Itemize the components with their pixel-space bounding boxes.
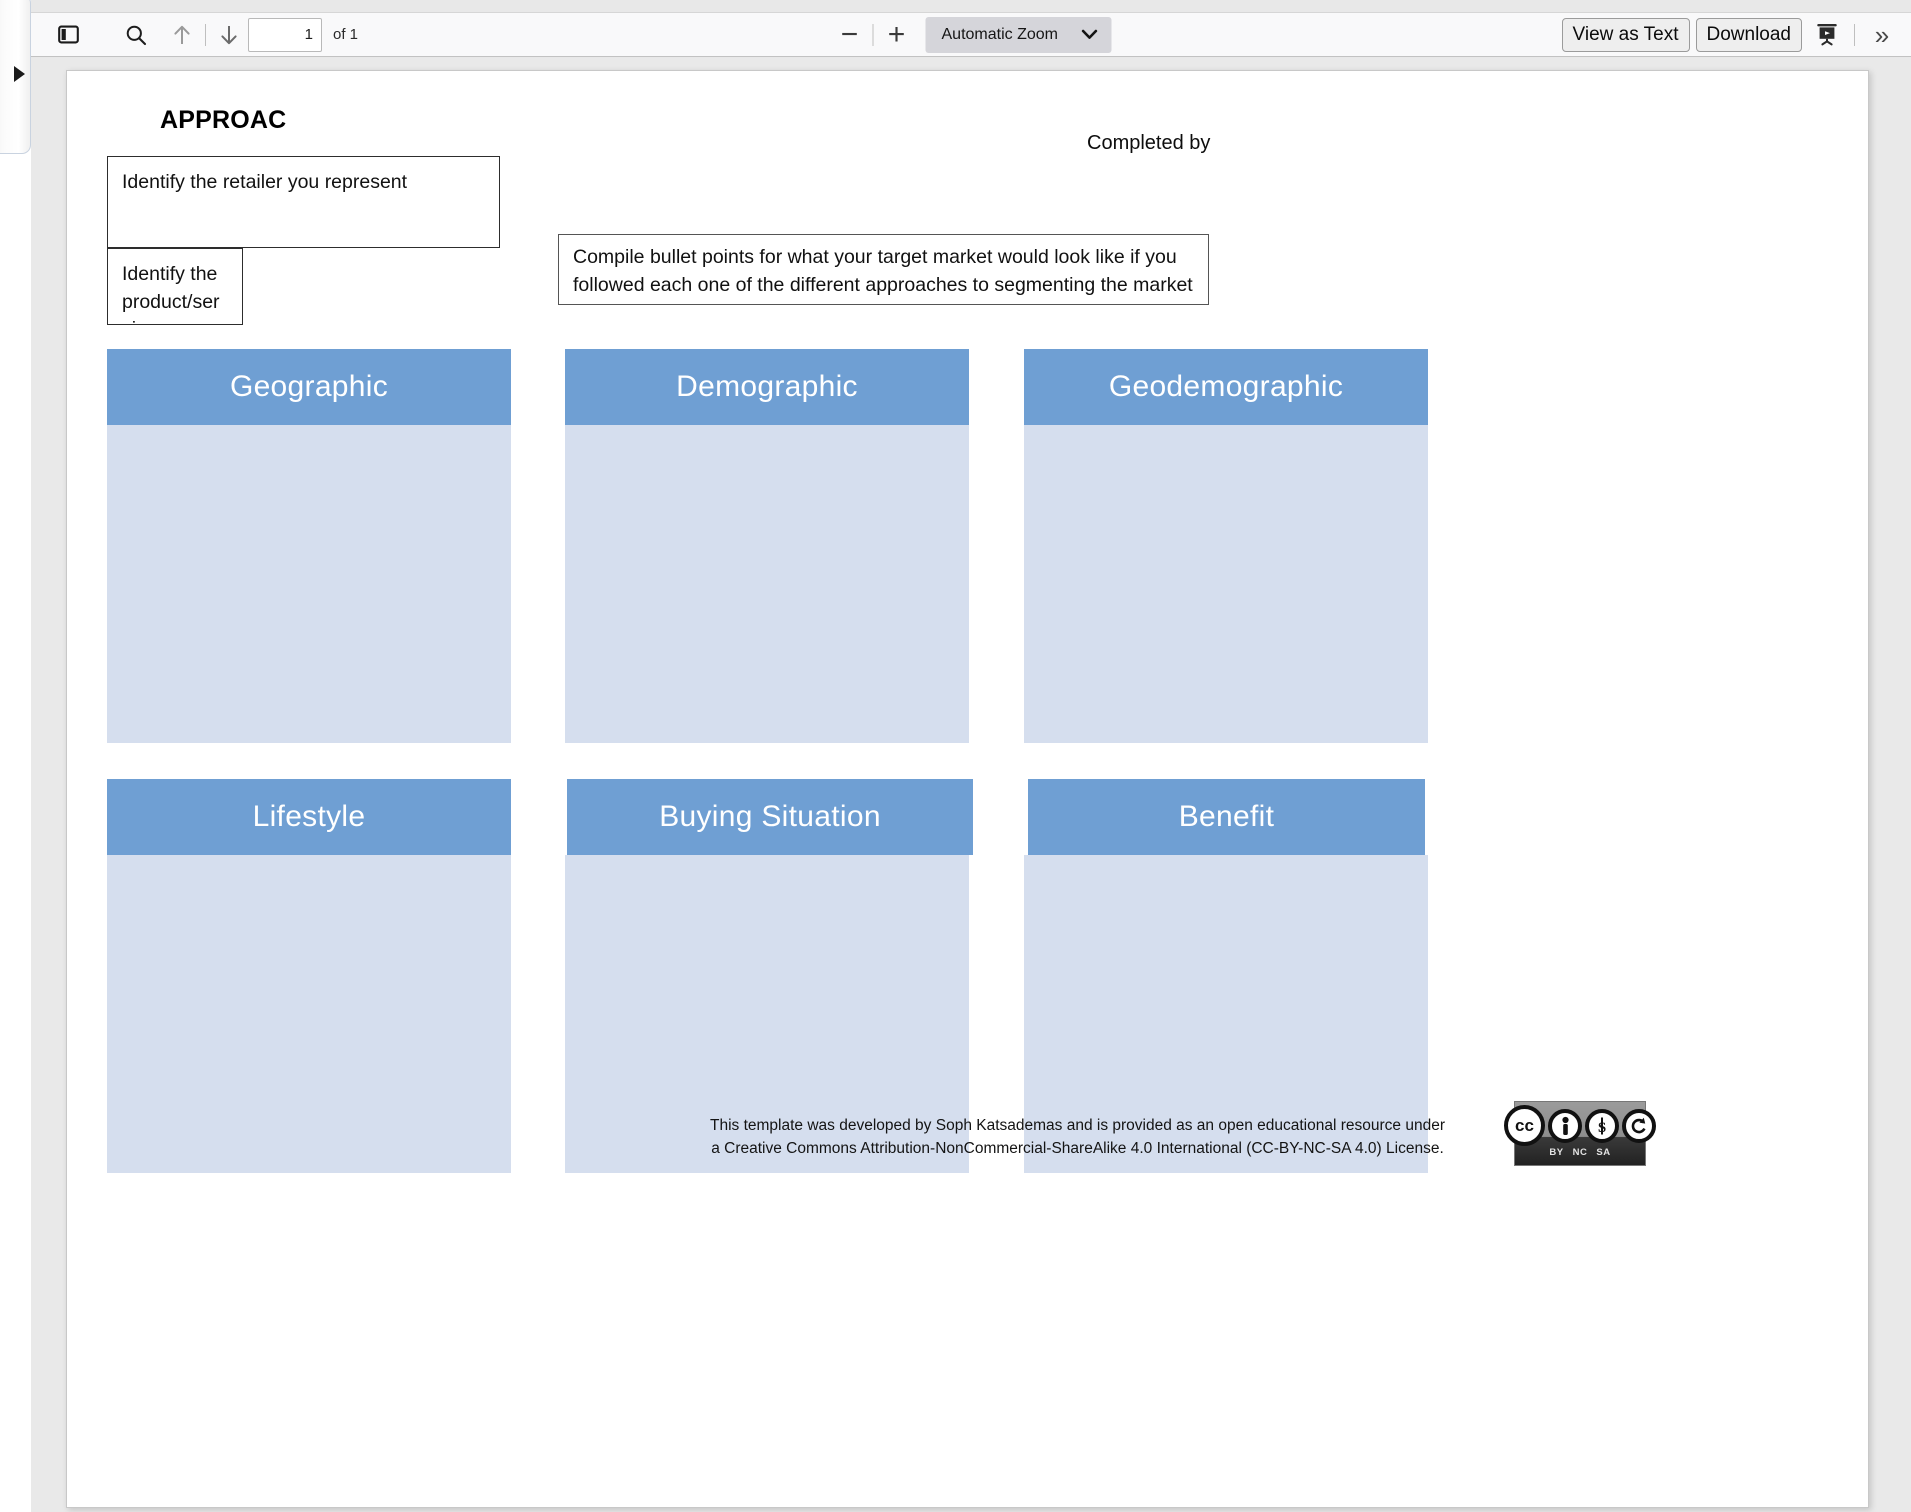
presentation-mode-icon bbox=[1817, 23, 1837, 45]
instruction-box: Compile bullet points for what your targ… bbox=[558, 234, 1209, 305]
zoom-in-button[interactable]: + bbox=[878, 18, 916, 52]
footer-credit-line-1: This template was developed by Soph Kats… bbox=[710, 1117, 1445, 1134]
instruction-box-text: Compile bullet points for what your targ… bbox=[573, 246, 1193, 296]
segment-header-geographic: Geographic bbox=[107, 349, 511, 425]
cc-label-sa: SA bbox=[1596, 1147, 1611, 1158]
segment-card-geodemographic: Geodemographic bbox=[1024, 349, 1428, 743]
arrow-down-icon bbox=[221, 25, 237, 44]
segment-body-geographic[interactable] bbox=[107, 425, 511, 743]
sidebar-strip bbox=[0, 0, 31, 1512]
segment-card-lifestyle: Lifestyle bbox=[107, 779, 511, 1173]
product-box-text: Identify the product/ser vice you are bbox=[122, 263, 227, 324]
segment-card-demographic: Demographic bbox=[565, 349, 969, 743]
segment-header-geodemographic: Geodemographic bbox=[1024, 349, 1428, 425]
triangle-right-icon bbox=[14, 66, 25, 82]
previous-page-button[interactable] bbox=[163, 18, 201, 52]
sidebar-toggle-button[interactable] bbox=[49, 18, 87, 52]
plus-icon: + bbox=[887, 17, 906, 51]
cc-logo-icon: cc bbox=[1504, 1105, 1545, 1146]
toolbar-divider-right bbox=[1854, 23, 1855, 46]
creative-commons-badge: cc S bbox=[1504, 1101, 1656, 1166]
minus-icon: − bbox=[840, 17, 859, 51]
find-button[interactable] bbox=[117, 18, 155, 52]
zoom-level-label: Automatic Zoom bbox=[941, 25, 1058, 43]
retailer-box-text: Identify the retailer you represent bbox=[122, 171, 408, 193]
double-chevron-right-icon: » bbox=[1874, 19, 1890, 50]
pdf-viewer: of 1 − + Automatic Zoom View as Text Dow… bbox=[0, 0, 1911, 1512]
retailer-box: Identify the retailer you represent bbox=[107, 156, 500, 248]
page-number-input[interactable] bbox=[248, 17, 322, 52]
footer-credit-line-2: a Creative Commons Attribution-NonCommer… bbox=[711, 1140, 1444, 1158]
sidebar-expander-handle[interactable] bbox=[0, 0, 31, 154]
cc-label-row: BY NC SA bbox=[1549, 1147, 1610, 1158]
document-viewport[interactable]: APPROAC Completed by Identify the retail… bbox=[31, 58, 1911, 1512]
segment-header-benefit: Benefit bbox=[1028, 779, 1425, 855]
footer-credit: This template was developed by Soph Kats… bbox=[655, 1114, 1500, 1161]
segment-header-buying-situation: Buying Situation bbox=[567, 779, 973, 855]
cc-by-person-icon bbox=[1548, 1108, 1582, 1143]
toolbar-divider bbox=[205, 23, 206, 46]
view-as-text-button[interactable]: View as Text bbox=[1561, 17, 1690, 52]
zoom-out-button[interactable]: − bbox=[831, 18, 869, 52]
toolbar-divider-zoom bbox=[872, 23, 874, 46]
segment-body-lifestyle[interactable] bbox=[107, 855, 511, 1173]
cc-label-nc: NC bbox=[1572, 1147, 1588, 1158]
segment-card-geographic: Geographic bbox=[107, 349, 511, 743]
chevron-down-icon bbox=[1081, 29, 1098, 39]
search-icon bbox=[126, 25, 147, 45]
cc-logo-text: cc bbox=[1515, 1116, 1534, 1135]
download-button[interactable]: Download bbox=[1695, 17, 1802, 52]
cc-label-by: BY bbox=[1549, 1147, 1564, 1158]
next-page-button[interactable] bbox=[210, 18, 248, 52]
product-box: Identify the product/ser vice you are bbox=[107, 248, 243, 325]
segment-header-demographic: Demographic bbox=[565, 349, 969, 425]
cc-nc-dollar-icon: S bbox=[1585, 1108, 1619, 1143]
page-title: APPROAC bbox=[160, 106, 287, 134]
pdf-toolbar: of 1 − + Automatic Zoom View as Text Dow… bbox=[31, 12, 1911, 57]
cc-icon-row: cc S bbox=[1504, 1105, 1656, 1146]
pdf-page: APPROAC Completed by Identify the retail… bbox=[66, 70, 1869, 1508]
completed-by-label: Completed by bbox=[1087, 132, 1211, 154]
zoom-level-select[interactable]: Automatic Zoom bbox=[925, 16, 1112, 53]
page-count-label: of 1 bbox=[333, 26, 359, 43]
segment-body-demographic[interactable] bbox=[565, 425, 969, 743]
segment-body-geodemographic[interactable] bbox=[1024, 425, 1428, 743]
segment-header-lifestyle: Lifestyle bbox=[107, 779, 511, 855]
sidebar-toggle-icon bbox=[57, 25, 79, 44]
presentation-mode-button[interactable] bbox=[1808, 18, 1846, 52]
cc-sa-circular-arrow-icon bbox=[1622, 1108, 1656, 1143]
more-tools-button[interactable]: » bbox=[1863, 18, 1901, 52]
arrow-up-icon bbox=[174, 25, 190, 44]
